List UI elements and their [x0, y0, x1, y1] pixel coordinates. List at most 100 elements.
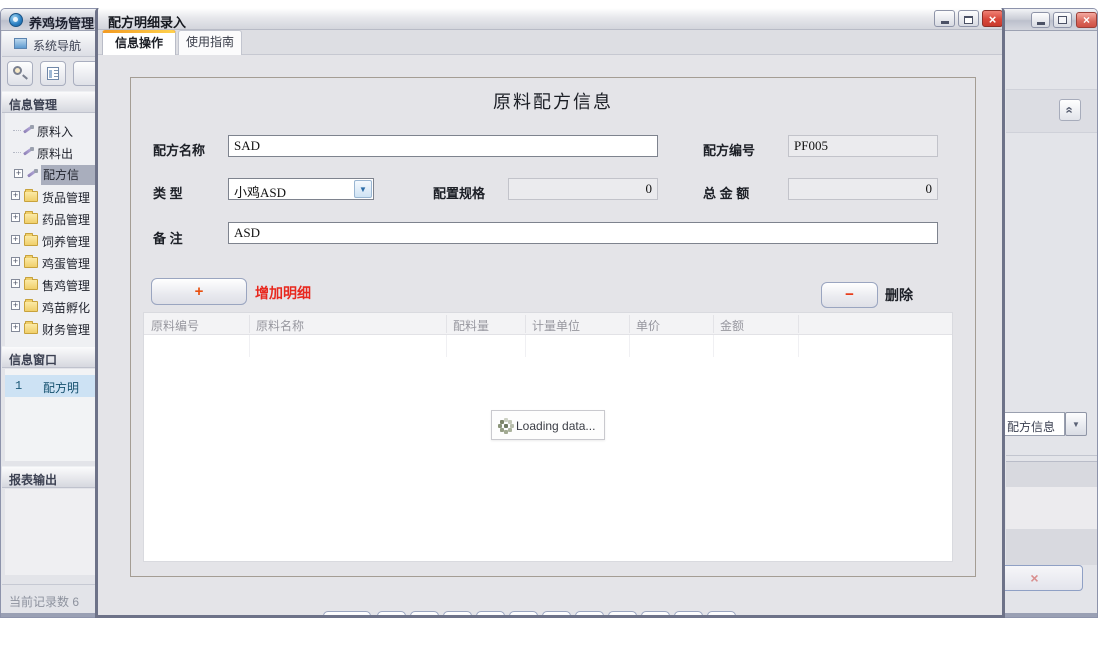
tab-info-operation[interactable]: 信息操作: [102, 30, 176, 55]
expand-icon[interactable]: +: [11, 301, 20, 310]
expand-icon[interactable]: +: [11, 235, 20, 244]
type-select[interactable]: 小鸡ASD ▼: [228, 178, 374, 200]
folder-icon: [24, 279, 38, 290]
tool-icon: [22, 146, 34, 158]
tab-user-guide[interactable]: 使用指南: [178, 30, 242, 55]
right-panel-row: [1006, 461, 1098, 487]
expand-icon[interactable]: +: [11, 257, 20, 266]
spec-label: 配置规格: [433, 183, 485, 202]
tree-connector: [13, 130, 21, 131]
dialog-close-button[interactable]: ×: [982, 10, 1003, 27]
nav-tree: 原料入 原料出 + 配方信 + 货品管理 +: [5, 113, 96, 346]
column-header-quantity[interactable]: 配料量: [446, 317, 525, 334]
restore-icon: [1058, 16, 1067, 24]
search-button[interactable]: [7, 61, 33, 86]
recipe-name-label: 配方名称: [153, 140, 205, 159]
expand-icon[interactable]: +: [11, 191, 20, 200]
column-divider: [629, 335, 630, 357]
tree-item-finance[interactable]: + 财务管理: [5, 317, 96, 339]
expand-icon[interactable]: +: [11, 213, 20, 222]
column-divider: [713, 315, 714, 333]
maximize-icon: [964, 16, 973, 24]
tree-item-feeding[interactable]: + 饲养管理: [5, 229, 96, 251]
expand-icon[interactable]: +: [11, 279, 20, 288]
delete-detail-button[interactable]: −: [821, 282, 878, 308]
dialog-minimize-button[interactable]: [934, 10, 955, 27]
form-heading: 原料配方信息: [130, 88, 976, 114]
expand-icon[interactable]: +: [11, 323, 20, 332]
column-header-unit[interactable]: 计量单位: [525, 317, 629, 334]
column-divider: [249, 315, 250, 333]
right-combo-box[interactable]: 配方信息: [1003, 412, 1065, 436]
extra-tool-button[interactable]: [73, 61, 96, 86]
main-close-button[interactable]: ×: [1076, 12, 1097, 28]
section-header-reports[interactable]: 报表输出: [2, 466, 96, 488]
main-restore-button[interactable]: [1053, 12, 1072, 28]
bottom-toolbar-button[interactable]: [707, 611, 736, 618]
column-header-amount[interactable]: 金额: [713, 317, 798, 334]
section-header-info[interactable]: 信息管理: [2, 91, 96, 113]
column-header-material-code[interactable]: 原料编号: [144, 317, 249, 334]
form-view-button[interactable]: [40, 61, 66, 86]
tree-item-goods[interactable]: + 货品管理: [5, 185, 96, 207]
bottom-toolbar-button[interactable]: [443, 611, 472, 618]
window-label: 配方明: [43, 379, 79, 396]
minus-icon: −: [845, 286, 854, 303]
bottom-toolbar-button[interactable]: [476, 611, 505, 618]
tree-item-raw-in[interactable]: 原料入: [5, 119, 96, 141]
bottom-toolbar-button[interactable]: [575, 611, 604, 618]
statusbar: 当前记录数 6: [2, 584, 96, 614]
tree-item-sales[interactable]: + 售鸡管理: [5, 273, 96, 295]
expand-icon[interactable]: +: [14, 169, 23, 178]
dialog-title: 配方明细录入: [108, 12, 186, 31]
dialog-maximize-button[interactable]: [958, 10, 979, 27]
system-nav-header[interactable]: 系统导航: [2, 31, 96, 57]
bottom-toolbar-button[interactable]: [509, 611, 538, 618]
combo-dropdown-button[interactable]: ▼: [1065, 412, 1087, 436]
main-minimize-button[interactable]: [1031, 12, 1050, 28]
add-detail-button[interactable]: +: [151, 278, 247, 305]
divider: [1006, 455, 1098, 456]
collapse-panel-button[interactable]: «: [1059, 99, 1081, 121]
search-icon: [13, 66, 22, 75]
recipe-name-input[interactable]: SAD: [228, 135, 658, 157]
tree-item-medicine[interactable]: + 药品管理: [5, 207, 96, 229]
section-windows-label: 信息窗口: [9, 351, 57, 368]
bottom-toolbar-button[interactable]: [641, 611, 670, 618]
tree-item-raw-out[interactable]: 原料出: [5, 141, 96, 163]
column-header-unit-price[interactable]: 单价: [629, 317, 713, 334]
collapse-icon: «: [1060, 106, 1080, 113]
right-panel-row: [1006, 529, 1098, 565]
loading-text: Loading data...: [516, 419, 595, 433]
tree-item-hatching[interactable]: + 鸡苗孵化: [5, 295, 96, 317]
bottom-toolbar-button[interactable]: [377, 611, 406, 618]
bottom-toolbar-button[interactable]: [674, 611, 703, 618]
total-amount-input: 0: [788, 178, 938, 200]
folder-icon: [24, 301, 38, 312]
minimize-icon: [941, 21, 949, 24]
column-divider: [525, 315, 526, 333]
remark-input[interactable]: ASD: [228, 222, 938, 244]
tool-icon: [26, 168, 38, 180]
close-icon: ×: [989, 12, 997, 27]
column-divider: [249, 335, 250, 357]
screen: 养鸡场管理系 × 系统导航 信息管理 原料: [0, 0, 1098, 655]
bottom-toolbar-button[interactable]: [542, 611, 571, 618]
open-window-item[interactable]: 1 配方明: [5, 375, 96, 397]
chevron-down-icon[interactable]: ▼: [354, 180, 372, 198]
tree-item-eggs[interactable]: + 鸡蛋管理: [5, 251, 96, 273]
bottom-toolbar-button[interactable]: [323, 611, 371, 618]
folder-icon: [24, 257, 38, 268]
tree-item-recipe-info[interactable]: + 配方信: [5, 163, 96, 185]
folder-icon: [24, 191, 38, 202]
chevron-down-icon: ▼: [1072, 420, 1080, 429]
bottom-toolbar-button[interactable]: [608, 611, 637, 618]
dialog-titlebar[interactable]: 配方明细录入 ×: [98, 8, 1002, 30]
bottom-toolbar-button[interactable]: [410, 611, 439, 618]
type-label: 类 型: [153, 183, 183, 202]
nav-panel-icon: [14, 38, 27, 49]
section-header-windows[interactable]: 信息窗口: [2, 346, 96, 368]
column-header-material-name[interactable]: 原料名称: [249, 317, 446, 334]
column-divider: [446, 315, 447, 333]
sidebar-toolbar: [2, 57, 96, 91]
